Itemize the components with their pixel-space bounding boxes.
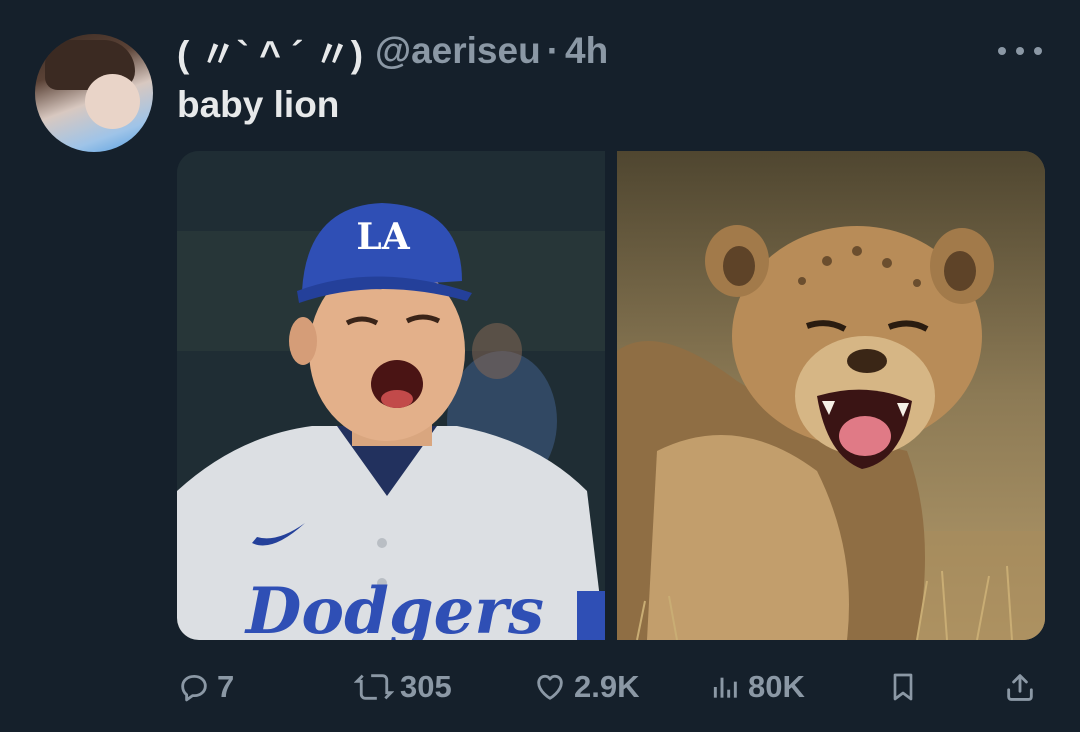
reply-count: 7 [217,669,235,704]
bookmark-icon [893,673,913,701]
more-dot-icon [998,47,1006,55]
lion-cub-illustration [617,151,1045,640]
views-button[interactable]: 80K [710,662,805,712]
reply-icon [181,674,207,702]
retweet-count: 305 [400,669,452,704]
bookmark-button[interactable] [887,662,919,712]
more-dot-icon [1034,47,1042,55]
retweet-button[interactable]: 305 [354,662,452,712]
tweet-actions: 7 305 2.9K 80K [177,662,1045,712]
jersey-text: Dodgers [244,574,544,640]
share-button[interactable] [1003,662,1037,712]
reply-button[interactable]: 7 [177,662,234,712]
baseball-player-photo[interactable]: LA Dodgers [177,151,605,640]
tweet[interactable]: ( 〃` ^ ´ 〃) @aeriseu · 4h baby lion LA D… [0,0,1080,732]
avatar-face [85,74,140,129]
separator-dot: · [546,30,560,71]
cap-logo-text: LA [356,216,410,258]
share-icon [1007,674,1033,701]
like-count: 2.9K [574,669,640,704]
view-count: 80K [748,669,805,704]
baseball-player-illustration: LA Dodgers [177,151,605,640]
display-name[interactable]: ( 〃` ^ ´ 〃) [177,24,363,78]
more-dot-icon [1016,47,1024,55]
more-options-button[interactable] [998,40,1042,62]
lion-cub-photo[interactable] [617,151,1045,640]
user-handle[interactable]: @aeriseu [375,30,541,72]
tweet-header: ( 〃` ^ ´ 〃) @aeriseu · 4h [177,30,608,75]
tweet-text: baby lion [177,84,340,125]
heart-icon [537,674,563,700]
timestamp[interactable]: 4h [565,30,608,72]
like-button[interactable]: 2.9K [532,662,639,712]
avatar[interactable] [35,34,153,152]
media-grid: LA Dodgers [177,151,1045,640]
bar-chart-icon [713,677,737,698]
retweet-icon [354,674,394,700]
